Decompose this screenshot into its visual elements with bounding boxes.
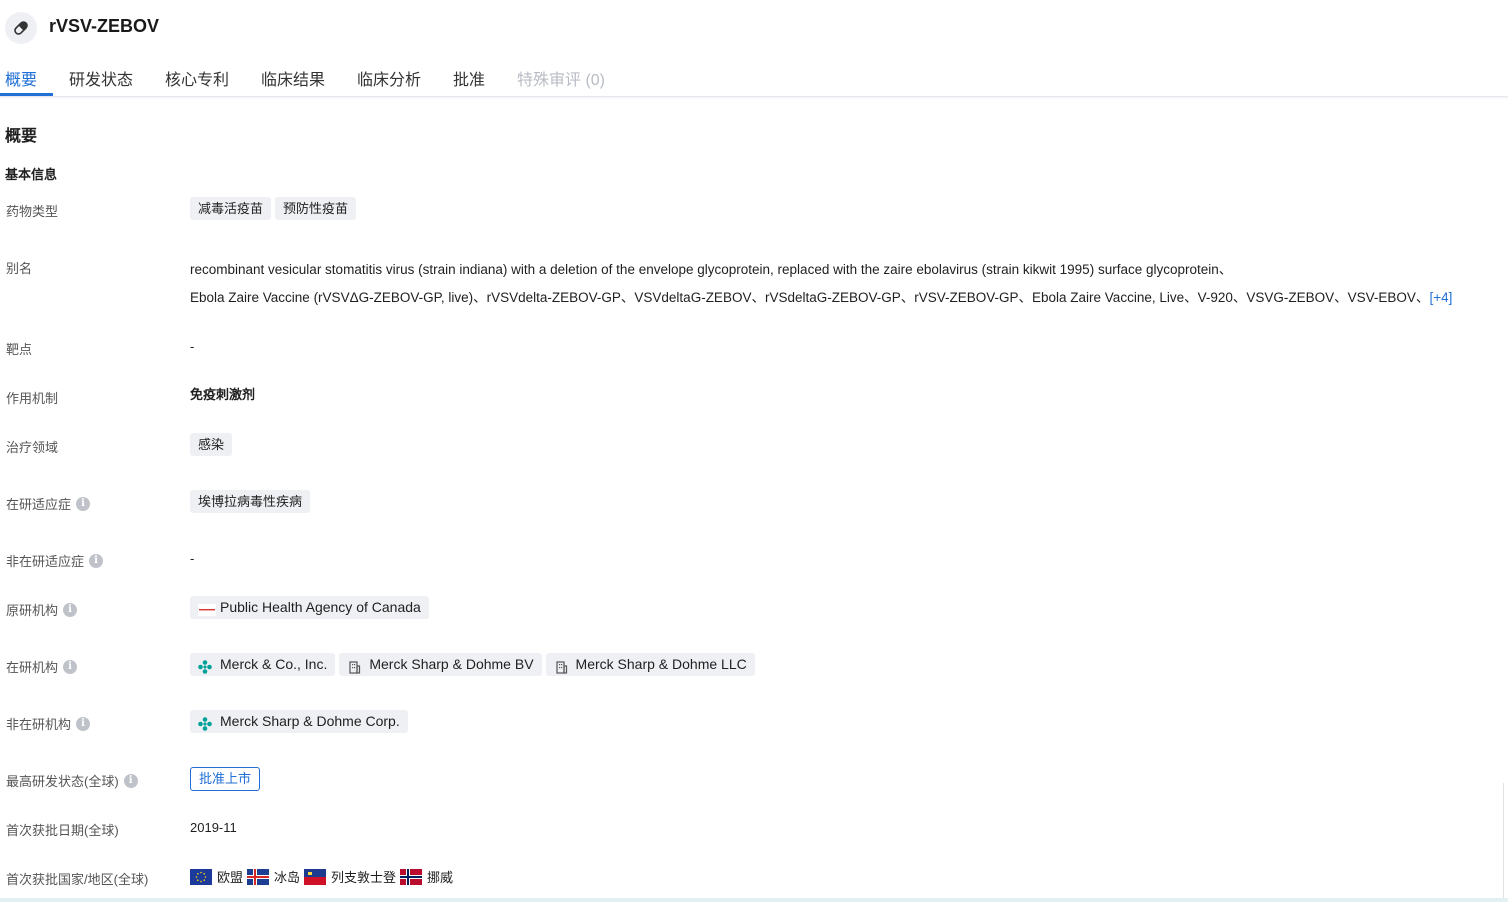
drug-type-tags: 减毒活疫苗 预防性疫苗	[190, 197, 360, 220]
merck-logo-icon	[198, 658, 212, 674]
tab-special-review: 特殊审评 (0)	[517, 72, 606, 89]
tab-approval[interactable]: 批准	[453, 66, 485, 90]
tab-rd-status[interactable]: 研发状态	[69, 66, 133, 90]
org-tag[interactable]: Merck Sharp & Dohme BV	[339, 653, 542, 676]
active-indication-label: 在研适应症 i	[6, 494, 91, 513]
country-item: 欧盟	[190, 867, 243, 886]
alias-label: 别名	[6, 261, 33, 276]
section-title: 概要	[5, 128, 38, 145]
inactive-org-label: 非在研机构 i	[6, 714, 91, 733]
active-org-tags: Merck & Co., Inc. Merck Sharp & Dohme BV…	[190, 653, 759, 676]
highest-status-value: 批准上市	[190, 767, 261, 791]
inactive-org-tags: Merck Sharp & Dohme Corp.	[190, 710, 412, 733]
first-approval-region-label: 首次获批国家/地区(全球)	[6, 872, 149, 887]
active-tab-indicator	[0, 93, 53, 96]
target-label: 靶点	[6, 342, 33, 357]
iceland-flag-icon	[247, 868, 270, 885]
pill-icon	[5, 12, 37, 44]
alias-more-link[interactable]: [+4]	[1429, 290, 1452, 305]
drug-header: rVSV-ZEBOV	[0, 0, 1508, 55]
org-tag[interactable]: Merck & Co., Inc.	[190, 653, 336, 676]
info-icon[interactable]: i	[89, 553, 104, 568]
originator-orgs: Public Health Agency of Canada	[190, 596, 433, 619]
drug-type-label: 药物类型	[6, 204, 59, 219]
country-name: 冰岛	[274, 870, 301, 885]
originator-label: 原研机构 i	[6, 600, 78, 619]
info-icon[interactable]: i	[63, 659, 78, 674]
active-indication-tags: 埃博拉病毒性疾病	[190, 490, 314, 513]
country-name: 欧盟	[217, 870, 244, 885]
country-name: 列支敦士登	[331, 870, 397, 885]
info-icon[interactable]: i	[123, 773, 138, 788]
basic-info-title: 基本信息	[5, 167, 58, 182]
inactive-indication-label: 非在研适应症 i	[6, 551, 104, 570]
tab-clinical-analysis[interactable]: 临床分析	[357, 66, 421, 90]
side-panel-edge	[1503, 783, 1508, 898]
country-item: 冰岛	[247, 867, 300, 886]
country-name: 挪威	[427, 870, 454, 885]
status-badge: 批准上市	[190, 767, 261, 791]
target-value: -	[190, 339, 195, 354]
merck-logo-icon	[198, 715, 212, 731]
tab-bar: 概要 研发状态 核心专利 临床结果 临床分析 批准 特殊审评 (0)	[0, 56, 1508, 97]
building-icon	[554, 658, 568, 674]
liechtenstein-flag-icon	[304, 868, 327, 885]
first-approval-region-list: 欧盟 冰岛 列支敦士登 挪威	[190, 867, 457, 886]
drug-type-tag: 预防性疫苗	[275, 197, 357, 220]
info-icon[interactable]: i	[76, 496, 91, 511]
org-tag[interactable]: Merck Sharp & Dohme LLC	[545, 653, 755, 676]
org-tag[interactable]: Public Health Agency of Canada	[190, 596, 429, 619]
norway-flag-icon	[400, 868, 423, 885]
active-org-label: 在研机构 i	[6, 657, 78, 676]
info-icon[interactable]: i	[76, 716, 91, 731]
alias-line-2-text: Ebola Zaire Vaccine (rVSVΔG-ZEBOV-GP, li…	[190, 290, 1430, 305]
alias-line-1: recombinant vesicular stomatitis virus (…	[190, 262, 1233, 277]
country-item: 列支敦士登	[304, 867, 396, 886]
alias-line-2: Ebola Zaire Vaccine (rVSVΔG-ZEBOV-GP, li…	[190, 286, 1452, 306]
mechanism-value: 免疫刺激剂	[190, 387, 256, 402]
therapeutic-area-tag[interactable]: 感染	[190, 433, 233, 456]
indication-tag[interactable]: 埃博拉病毒性疾病	[190, 490, 311, 513]
first-approval-date-label: 首次获批日期(全球)	[6, 823, 119, 838]
org-tag[interactable]: Merck Sharp & Dohme Corp.	[190, 710, 408, 733]
drug-title: rVSV-ZEBOV	[49, 16, 160, 36]
therapeutic-area-label: 治疗领域	[6, 440, 59, 455]
agency-logo-icon	[198, 601, 216, 616]
mechanism-label: 作用机制	[6, 391, 59, 406]
tab-overview[interactable]: 概要	[5, 66, 37, 90]
building-icon	[347, 658, 361, 674]
eu-flag-icon	[190, 868, 212, 885]
bottom-bar	[0, 898, 1508, 902]
highest-status-label: 最高研发状态(全球) i	[6, 771, 138, 790]
inactive-indication-value: -	[190, 551, 195, 566]
drug-type-tag: 减毒活疫苗	[190, 197, 272, 220]
country-item: 挪威	[400, 867, 453, 886]
tab-clinical-results[interactable]: 临床结果	[261, 66, 325, 90]
tab-core-patent[interactable]: 核心专利	[165, 66, 229, 90]
therapeutic-area-tags: 感染	[190, 433, 236, 456]
info-icon[interactable]: i	[63, 602, 78, 617]
first-approval-date-value: 2019-11	[190, 820, 237, 835]
